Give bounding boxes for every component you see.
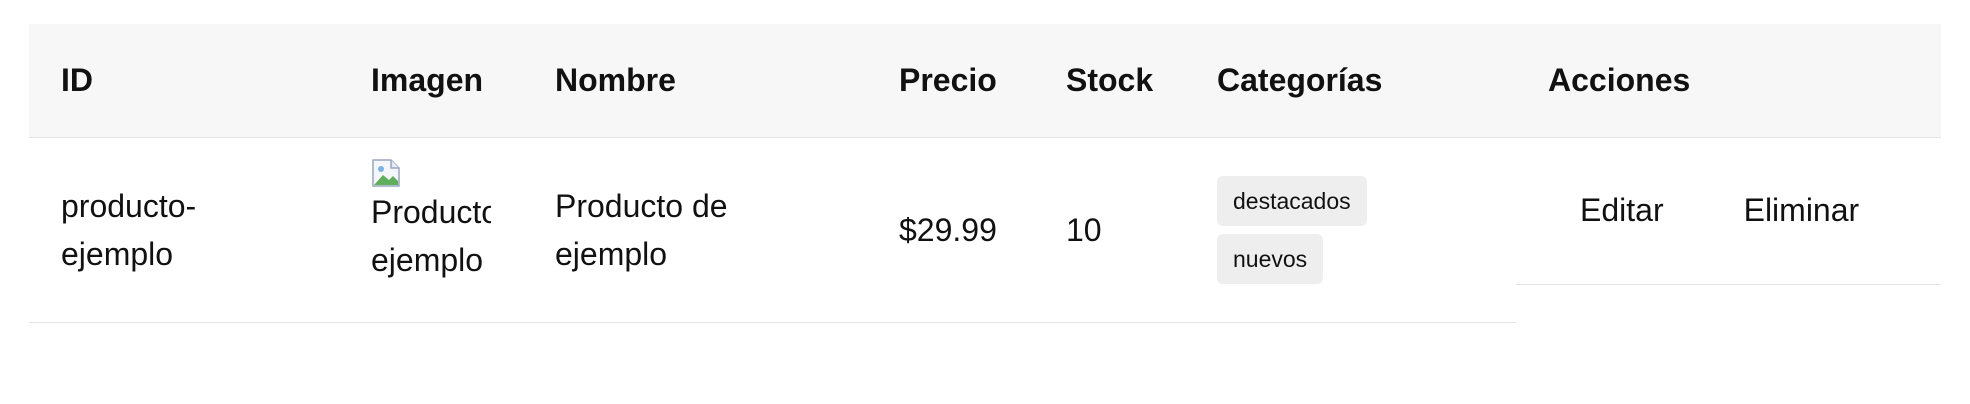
product-image-alt: Producto de ejemplo bbox=[371, 193, 491, 278]
header-price: Precio bbox=[899, 61, 997, 98]
products-table: ID Imagen Nombre Precio Stock Categorías… bbox=[29, 24, 1941, 323]
table-row: producto-ejemplo Producto de ejemplo bbox=[29, 137, 1941, 323]
edit-button[interactable]: Editar bbox=[1580, 192, 1664, 229]
cell-actions: Editar Eliminar bbox=[1516, 137, 1941, 322]
header-id: ID bbox=[61, 61, 93, 98]
cell-categories: destacados nuevos bbox=[1185, 137, 1516, 323]
actions-group: Editar Eliminar bbox=[1516, 138, 1941, 285]
category-tag: destacados bbox=[1217, 175, 1367, 226]
header-row: ID Imagen Nombre Precio Stock Categorías… bbox=[29, 24, 1941, 137]
delete-button[interactable]: Eliminar bbox=[1744, 192, 1860, 229]
product-id: producto-ejemplo bbox=[61, 187, 197, 272]
broken-image-icon bbox=[372, 158, 400, 187]
product-name: Producto de ejemplo bbox=[555, 187, 728, 272]
product-price: $29.99 bbox=[899, 211, 997, 248]
table-header: ID Imagen Nombre Precio Stock Categorías… bbox=[29, 24, 1941, 137]
cell-image: Producto de ejemplo bbox=[339, 137, 523, 323]
header-categories: Categorías bbox=[1217, 61, 1383, 98]
header-actions: Acciones bbox=[1548, 61, 1691, 98]
cell-price: $29.99 bbox=[867, 137, 1034, 323]
products-table-container: ID Imagen Nombre Precio Stock Categorías… bbox=[29, 24, 1941, 323]
header-image: Imagen bbox=[371, 61, 484, 98]
cell-id: producto-ejemplo bbox=[29, 137, 339, 323]
cell-name: Producto de ejemplo bbox=[523, 137, 867, 323]
table-body: producto-ejemplo Producto de ejemplo bbox=[29, 137, 1941, 323]
category-tags: destacados nuevos bbox=[1217, 175, 1516, 284]
category-tag: nuevos bbox=[1217, 233, 1324, 284]
product-stock: 10 bbox=[1066, 211, 1102, 248]
header-stock: Stock bbox=[1066, 61, 1154, 98]
header-name: Nombre bbox=[555, 61, 676, 98]
cell-stock: 10 bbox=[1034, 137, 1185, 323]
product-image: Producto de ejemplo bbox=[371, 150, 491, 310]
